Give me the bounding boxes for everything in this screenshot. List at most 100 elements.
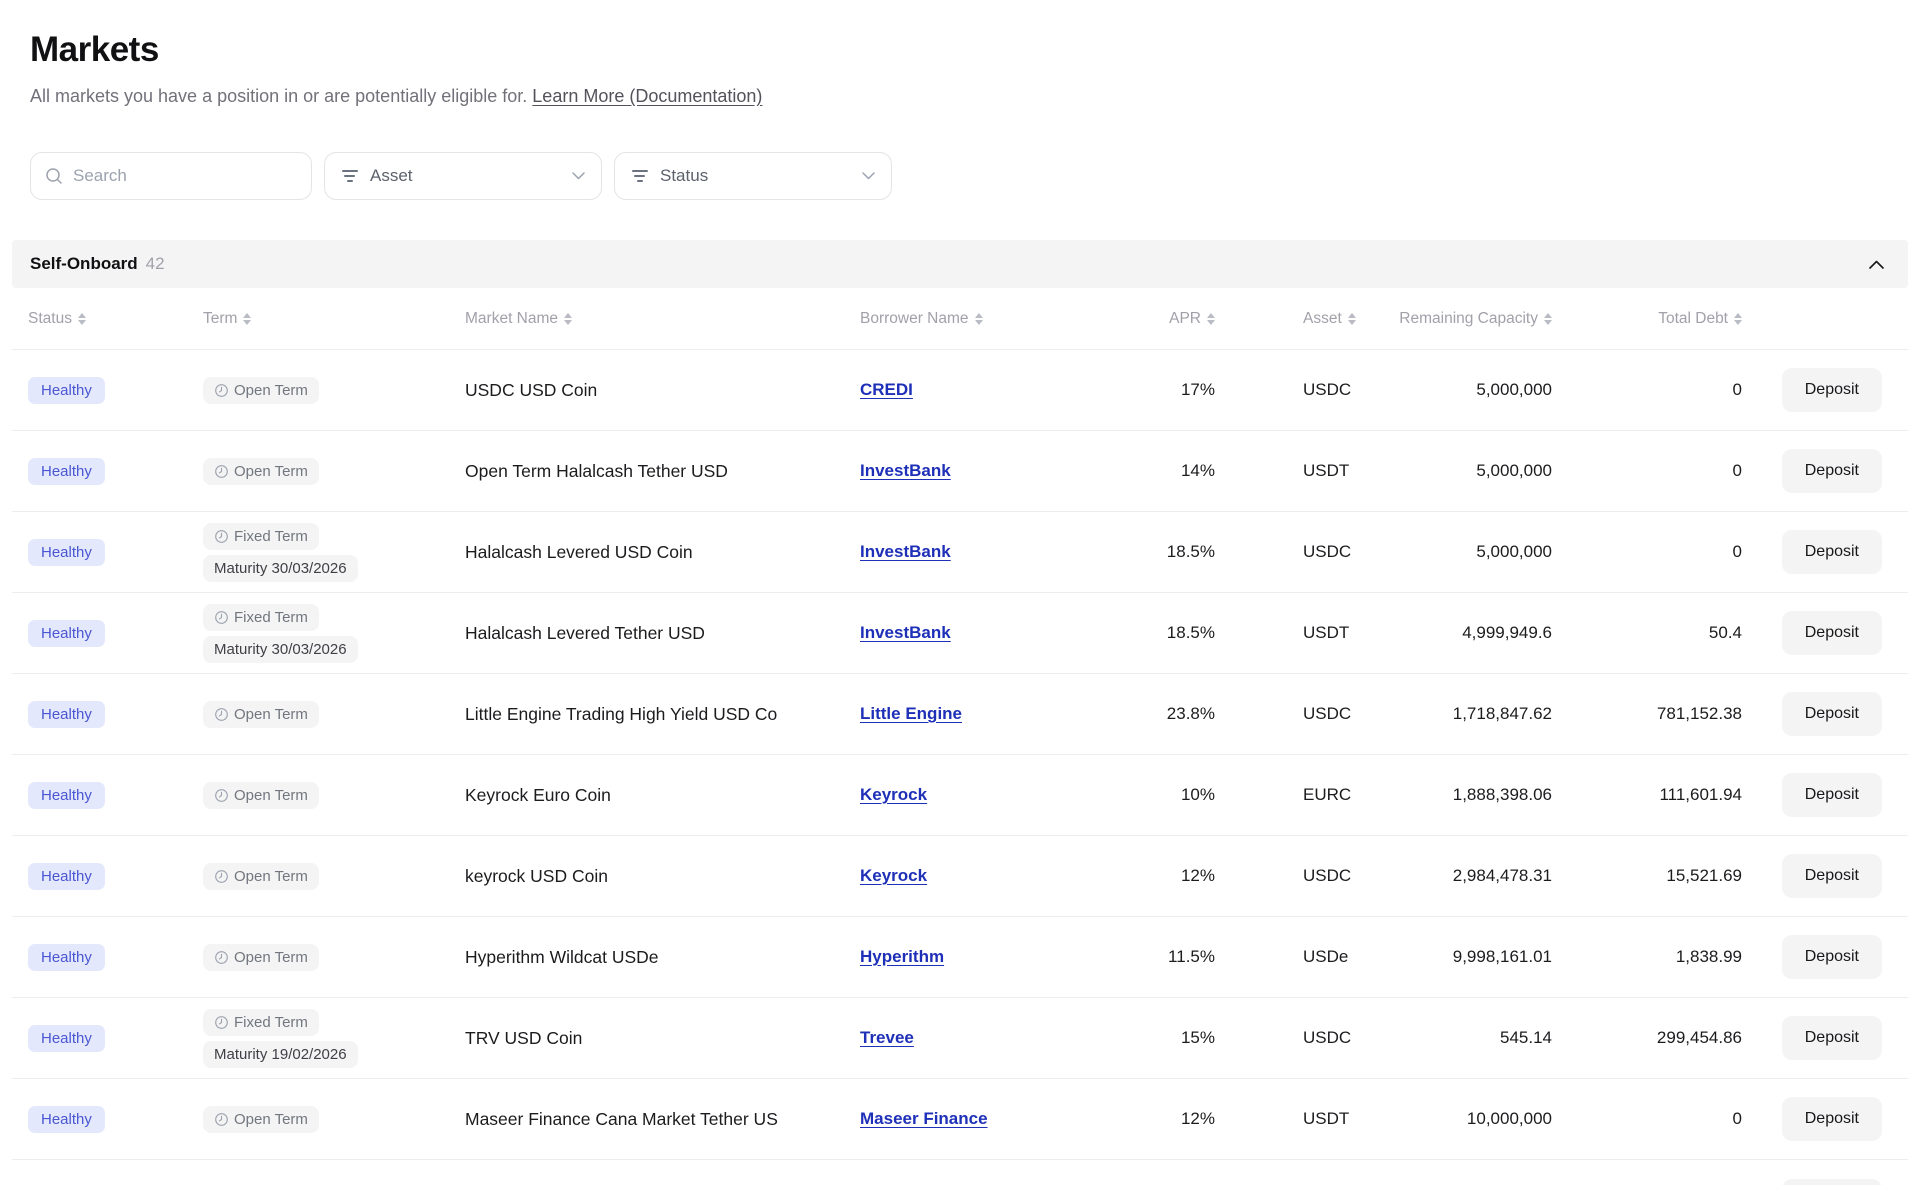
borrower-link[interactable]: Maseer Finance	[860, 1109, 988, 1128]
section-header-self-onboard[interactable]: Self-Onboard 42	[12, 240, 1908, 288]
borrower-link[interactable]: CREDI	[860, 380, 913, 399]
remaining-capacity-value: 10,000,000	[1390, 1109, 1552, 1129]
term-badge: Open Term	[203, 377, 319, 404]
borrower-link[interactable]: InvestBank	[860, 623, 951, 642]
deposit-button[interactable]: Deposit	[1782, 692, 1882, 736]
deposit-button[interactable]: Deposit	[1782, 854, 1882, 898]
deposit-button[interactable]: Deposit	[1782, 530, 1882, 574]
term-label: Fixed Term	[234, 609, 308, 626]
sort-icon	[1207, 313, 1215, 325]
table-row: Healthy Open Term USDC USD Coin CREDI 17…	[12, 350, 1908, 431]
apr-value: 23.8%	[1110, 704, 1215, 724]
status-badge: Healthy	[28, 1025, 105, 1052]
search-input[interactable]	[73, 166, 297, 186]
clock-icon	[214, 1015, 229, 1030]
borrower-link[interactable]: Hyperithm	[860, 947, 944, 966]
column-header-status[interactable]: Status	[28, 310, 203, 328]
clock-icon	[214, 950, 229, 965]
total-debt-value: 0	[1552, 461, 1742, 481]
status-badge: Healthy	[28, 377, 105, 404]
deposit-button[interactable]: Deposit	[1782, 1016, 1882, 1060]
deposit-button[interactable]: Deposit	[1782, 368, 1882, 412]
borrower-link[interactable]: InvestBank	[860, 542, 951, 561]
asset-value: USDC	[1215, 866, 1390, 886]
total-debt-value: 111,601.94	[1552, 785, 1742, 805]
market-name: Hyperithm Wildcat USDe	[465, 947, 860, 968]
borrower-link[interactable]: Trevee	[860, 1028, 914, 1047]
total-debt-value: 781,152.38	[1552, 704, 1742, 724]
term-badge: Open Term	[203, 701, 319, 728]
term-label: Open Term	[234, 1111, 308, 1128]
deposit-button[interactable]: Deposit	[1782, 611, 1882, 655]
apr-value: 18.5%	[1110, 542, 1215, 562]
column-header-total-debt[interactable]: Total Debt	[1552, 310, 1742, 328]
status-badge: Healthy	[28, 620, 105, 647]
term-badge: Open Term	[203, 863, 319, 890]
apr-value: 18.5%	[1110, 623, 1215, 643]
status-filter[interactable]: Status	[614, 152, 892, 200]
column-header-asset[interactable]: Asset	[1215, 310, 1390, 328]
borrower-link[interactable]: Keyrock	[860, 785, 927, 804]
deposit-button[interactable]: Deposit	[1782, 1179, 1882, 1185]
markets-table: Status Term Market Name Borrower Name AP…	[12, 288, 1908, 1160]
remaining-capacity-value: 5,000,000	[1390, 380, 1552, 400]
borrower-link[interactable]: InvestBank	[860, 461, 951, 480]
status-badge: Healthy	[28, 863, 105, 890]
apr-value: 14%	[1110, 461, 1215, 481]
learn-more-link[interactable]: Learn More (Documentation)	[532, 86, 762, 106]
column-header-market-name[interactable]: Market Name	[465, 310, 860, 328]
sort-icon	[78, 313, 86, 325]
sort-icon	[243, 313, 251, 325]
column-header-term[interactable]: Term	[203, 310, 465, 328]
term-label: Open Term	[234, 382, 308, 399]
market-name: Open Term Halalcash Tether USD	[465, 461, 860, 482]
asset-value: USDT	[1215, 623, 1390, 643]
filter-icon	[341, 170, 358, 182]
asset-value: USDC	[1215, 704, 1390, 724]
term-badge: Fixed Term	[203, 523, 319, 550]
market-name: Maseer Finance Cana Market Tether US	[465, 1109, 860, 1130]
deposit-button[interactable]: Deposit	[1782, 1097, 1882, 1141]
market-name: Little Engine Trading High Yield USD Co	[465, 704, 860, 725]
column-header-remaining-capacity[interactable]: Remaining Capacity	[1390, 310, 1552, 328]
clock-icon	[214, 383, 229, 398]
column-header-apr[interactable]: APR	[1110, 310, 1215, 328]
total-debt-value: 0	[1552, 542, 1742, 562]
section-title: Self-Onboard	[30, 254, 138, 274]
column-header-borrower-name[interactable]: Borrower Name	[860, 310, 1110, 328]
table-body: Healthy Open Term USDC USD Coin CREDI 17…	[12, 350, 1908, 1160]
asset-filter[interactable]: Asset	[324, 152, 602, 200]
term-label: Open Term	[234, 706, 308, 723]
table-row-partial: Deposit	[12, 1160, 1908, 1185]
chevron-up-icon[interactable]	[1869, 260, 1890, 269]
term-badge: Open Term	[203, 458, 319, 485]
total-debt-value: 1,838.99	[1552, 947, 1742, 967]
status-filter-label: Status	[660, 166, 708, 186]
borrower-link[interactable]: Keyrock	[860, 866, 927, 885]
asset-value: USDT	[1215, 461, 1390, 481]
sort-icon	[975, 313, 983, 325]
clock-icon	[214, 788, 229, 803]
table-row: Healthy Open Term Open Term Halalcash Te…	[12, 431, 1908, 512]
page-header: Markets All markets you have a position …	[0, 0, 1920, 200]
total-debt-value: 15,521.69	[1552, 866, 1742, 886]
search-box[interactable]	[30, 152, 312, 200]
term-label: Open Term	[234, 787, 308, 804]
term-badge: Open Term	[203, 944, 319, 971]
status-badge: Healthy	[28, 1106, 105, 1133]
apr-value: 11.5%	[1110, 947, 1215, 967]
term-badge: Fixed Term	[203, 604, 319, 631]
total-debt-value: 0	[1552, 380, 1742, 400]
borrower-link[interactable]: Little Engine	[860, 704, 962, 723]
remaining-capacity-value: 5,000,000	[1390, 461, 1552, 481]
deposit-button[interactable]: Deposit	[1782, 935, 1882, 979]
deposit-button[interactable]: Deposit	[1782, 773, 1882, 817]
deposit-button[interactable]: Deposit	[1782, 449, 1882, 493]
page-title: Markets	[30, 30, 1890, 70]
total-debt-value: 50.4	[1552, 623, 1742, 643]
apr-value: 12%	[1110, 866, 1215, 886]
clock-icon	[214, 707, 229, 722]
sort-icon	[1734, 313, 1742, 325]
asset-value: USDC	[1215, 542, 1390, 562]
table-row: Healthy Open Term Hyperithm Wildcat USDe…	[12, 917, 1908, 998]
